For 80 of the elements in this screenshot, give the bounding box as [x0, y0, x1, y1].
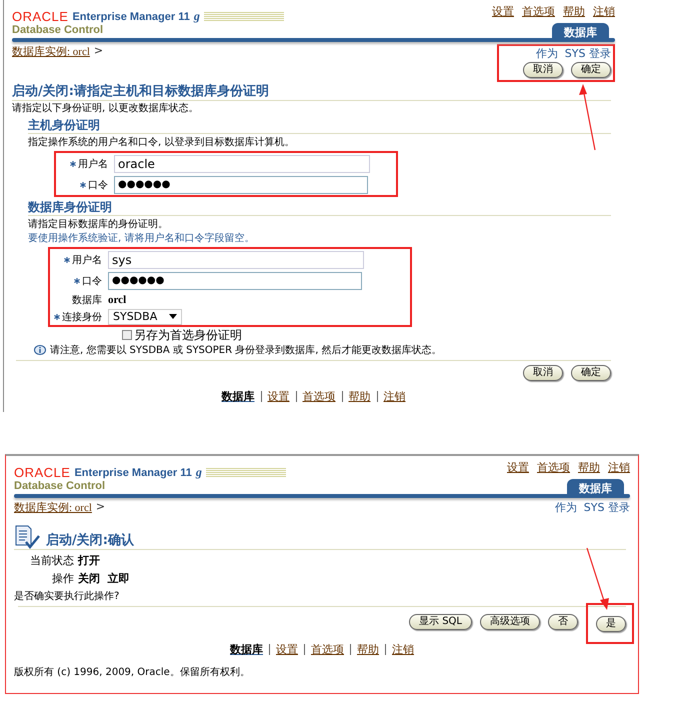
ok-button[interactable]: 确定	[571, 62, 611, 78]
action-button[interactable]: 显示 SQL	[409, 614, 472, 630]
hint-text: 要使用操作系统验证, 请将用户名和口令字段留空。	[28, 232, 256, 245]
field-label: 用户名	[78, 158, 108, 170]
breadcrumb-link[interactable]: 数据库实例: orcl	[14, 500, 92, 515]
header-link[interactable]: 首选项	[522, 4, 555, 19]
field-label: 用户名	[72, 254, 102, 266]
ok-button[interactable]: 确定	[571, 365, 611, 381]
footer-link[interactable]: 注销	[392, 642, 414, 657]
stripes-icon	[204, 10, 284, 22]
field-value: orcl	[108, 294, 126, 306]
footer-link[interactable]: 数据库	[230, 642, 263, 657]
select-field[interactable]: SYSDBA	[108, 308, 182, 324]
footer-link[interactable]: 帮助	[348, 389, 370, 404]
copyright-text: 版权所有 (c) 1996, 2009, Oracle。保留所有权利。	[14, 666, 251, 679]
intro-text: 请指定以下身份证明, 以更改数据库状态。	[12, 102, 200, 115]
footer-link[interactable]: 数据库	[222, 389, 254, 404]
section-heading: 主机身份证明	[28, 118, 611, 134]
input-field[interactable]: sys	[108, 250, 364, 268]
product-suffix: g	[194, 9, 200, 24]
login-info: 作为 SYS 登录	[536, 46, 611, 61]
checkbox-label: 另存为首选身份证明	[134, 328, 242, 342]
detail-value: 打开	[78, 553, 100, 568]
input-field[interactable]: oracle	[114, 154, 370, 172]
detail-value: 关闭 立即	[78, 571, 130, 586]
breadcrumb-separator: >	[96, 500, 106, 515]
required-icon	[54, 314, 60, 320]
product-name: Enterprise Manager 11	[74, 466, 192, 478]
footer-link[interactable]: 首选项	[302, 389, 336, 404]
field-label: 连接身份	[62, 312, 102, 322]
page-title: 启动/关闭:确认	[46, 532, 134, 549]
cancel-button[interactable]: 取消	[523, 62, 563, 78]
action-button[interactable]: 高级选项	[480, 614, 540, 630]
info-icon	[34, 344, 46, 356]
required-icon	[80, 182, 86, 188]
footer-link[interactable]: 注销	[384, 389, 406, 404]
field-label: 口令	[88, 180, 108, 190]
action-button[interactable]: 否	[548, 614, 578, 630]
breadcrumb-separator: >	[94, 44, 104, 59]
field-label: 数据库	[72, 294, 102, 306]
product-name: Enterprise Manager 11	[72, 10, 190, 22]
password-field[interactable]: ●●●●●●	[114, 176, 368, 194]
note-text: 请注意, 您需要以 SYSDBA 或 SYSOPER 身份登录到数据库, 然后才能更改数据库状态。	[50, 344, 442, 357]
annotation-arrow	[579, 84, 596, 150]
page-title: 启动/关闭:请指定主机和目标数据库身份证明	[12, 82, 269, 100]
checkbox[interactable]	[122, 330, 132, 340]
header-link[interactable]: 帮助	[578, 460, 600, 475]
required-icon	[64, 256, 70, 262]
footer-link[interactable]: 首选项	[311, 642, 344, 657]
subtitle: Database Control	[14, 480, 106, 492]
subtitle: Database Control	[12, 24, 104, 36]
footer-link[interactable]: 帮助	[357, 642, 379, 657]
oracle-logo: ORACLE	[12, 9, 68, 24]
stripes-icon	[206, 466, 286, 478]
detail-label: 当前状态	[29, 553, 74, 568]
action-button[interactable]: 是	[596, 616, 626, 632]
header-link[interactable]: 注销	[608, 460, 630, 475]
section-heading: 数据库身份证明	[28, 200, 611, 216]
detail-label: 操作	[51, 571, 74, 586]
field-label: 口令	[82, 276, 102, 286]
header-link[interactable]: 设置	[507, 460, 529, 475]
header-link[interactable]: 首选项	[537, 460, 570, 475]
section-description: 请指定目标数据库的身份证明。	[28, 218, 169, 231]
required-icon	[70, 160, 76, 166]
required-icon	[74, 278, 80, 284]
footer-link[interactable]: 设置	[276, 642, 298, 657]
section-description: 指定操作系统的用户名和口令, 以登录到目标数据库计算机。	[28, 136, 296, 149]
header-link[interactable]: 设置	[492, 4, 514, 19]
caret-icon	[169, 314, 178, 319]
header-link[interactable]: 注销	[593, 4, 615, 19]
breadcrumb-link[interactable]: 数据库实例: orcl	[12, 44, 90, 59]
oracle-logo: ORACLE	[14, 465, 70, 480]
document-check-icon	[14, 525, 40, 549]
cancel-button[interactable]: 取消	[523, 365, 563, 381]
password-field[interactable]: ●●●●●●	[108, 272, 362, 290]
footer-link[interactable]: 设置	[268, 389, 290, 404]
login-info: 作为 SYS 登录	[554, 500, 630, 515]
product-suffix: g	[196, 465, 202, 480]
header-link[interactable]: 帮助	[563, 4, 585, 19]
question-text: 是否确实要执行此操作?	[14, 590, 120, 603]
